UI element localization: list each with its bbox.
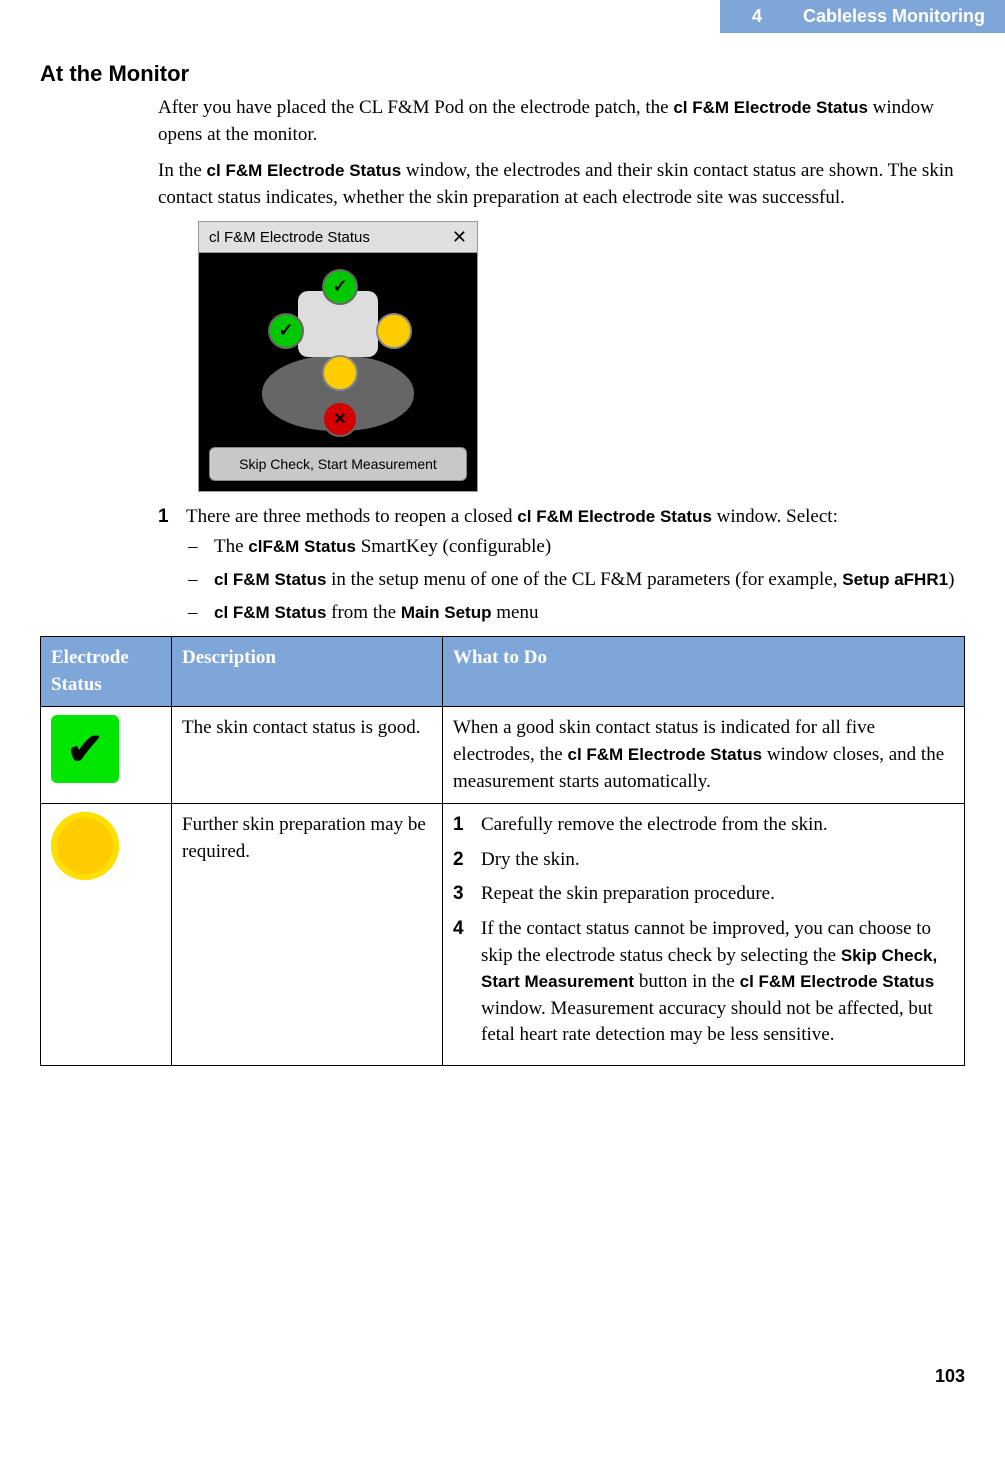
status-good-icon: ✔ <box>51 715 119 783</box>
screenshot-title: cl F&M Electrode Status <box>209 229 370 246</box>
ui-term: cl F&M Electrode Status <box>567 745 762 764</box>
status-icon-cell <box>41 804 172 1066</box>
description-cell: Further skin preparation may be required… <box>172 804 443 1066</box>
ui-term: cl F&M Status <box>214 570 326 589</box>
paragraph-1: After you have placed the CL F&M Pod on … <box>158 95 965 148</box>
skip-check-button: Skip Check, Start Measurement <box>209 447 467 481</box>
step-1: 1 There are three methods to reopen a cl… <box>158 506 965 528</box>
what-to-do-cell: 1Carefully remove the electrode from the… <box>443 804 965 1066</box>
table-header-row: Electrode Status Description What to Do <box>41 637 965 707</box>
torso-diagram <box>238 267 438 437</box>
status-icon-cell: ✔ <box>41 707 172 804</box>
step-text: There are three methods to reopen a clos… <box>186 506 838 528</box>
screenshot-body: Skip Check, Start Measurement <box>198 252 478 492</box>
table-row: ✔ The skin contact status is good. When … <box>41 707 965 804</box>
section-heading: At the Monitor <box>40 61 965 87</box>
electrode-status-bad-icon <box>322 401 358 437</box>
list-item: – The clF&M Status SmartKey (configurabl… <box>188 534 965 561</box>
col-what-to-do: What to Do <box>443 637 965 707</box>
ui-term: Setup aFHR1 <box>842 570 948 589</box>
list-item: – cl F&M Status in the setup menu of one… <box>188 567 965 594</box>
description-cell: The skin contact status is good. <box>172 707 443 804</box>
screenshot-titlebar: cl F&M Electrode Status ✕ <box>198 221 478 252</box>
bullet-list: – The clF&M Status SmartKey (configurabl… <box>158 534 965 626</box>
col-description: Description <box>172 637 443 707</box>
ui-term: cl F&M Electrode Status <box>740 972 935 991</box>
close-icon: ✕ <box>452 228 467 246</box>
chapter-number: 4 <box>736 3 772 30</box>
col-electrode-status: Electrode Status <box>41 637 172 707</box>
what-to-do-cell: When a good skin contact status is indic… <box>443 707 965 804</box>
step-number: 1 <box>158 506 172 528</box>
ui-term: cl F&M Electrode Status <box>207 161 402 180</box>
ui-term: cl F&M Electrode Status <box>517 507 712 526</box>
ui-term: clF&M Status <box>248 537 356 556</box>
list-item: – cl F&M Status from the Main Setup menu <box>188 600 965 627</box>
ui-term: cl F&M Electrode Status <box>673 98 868 117</box>
page-number: 103 <box>0 1366 1005 1407</box>
electrode-status-warn-icon <box>376 313 412 349</box>
status-warn-icon <box>51 812 119 880</box>
screenshot-figure: cl F&M Electrode Status ✕ Skip Check, St… <box>198 221 478 492</box>
chapter-header: 4 Cableless Monitoring <box>0 0 1005 33</box>
ui-term: cl F&M Status <box>214 603 326 622</box>
table-row: Further skin preparation may be required… <box>41 804 965 1066</box>
electrode-status-table: Electrode Status Description What to Do … <box>40 636 965 1066</box>
paragraph-2: In the cl F&M Electrode Status window, t… <box>158 158 965 211</box>
ui-term: Main Setup <box>401 603 492 622</box>
chapter-title: Cableless Monitoring <box>787 3 995 30</box>
